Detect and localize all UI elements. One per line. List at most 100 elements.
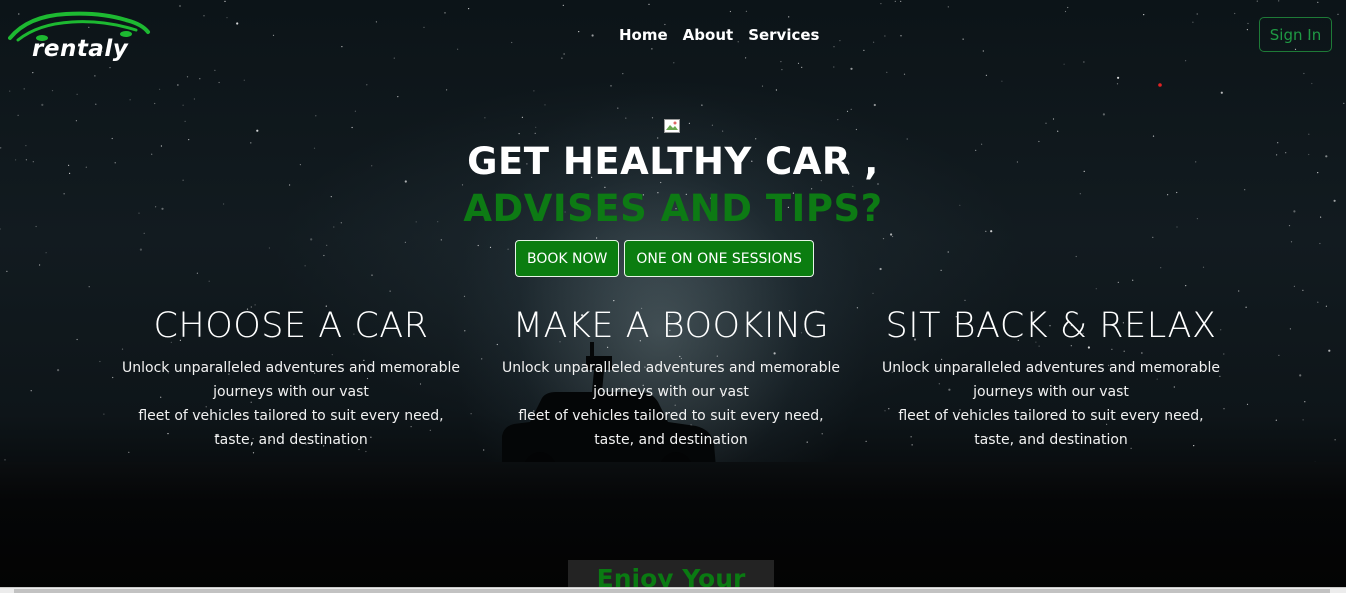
nav-about[interactable]: About xyxy=(683,26,734,44)
star xyxy=(393,57,395,59)
star xyxy=(1308,133,1310,135)
star xyxy=(51,90,54,92)
star xyxy=(214,69,216,71)
star xyxy=(304,265,306,267)
star xyxy=(1152,135,1155,137)
star xyxy=(1311,82,1313,85)
star xyxy=(1317,301,1319,303)
star xyxy=(1083,61,1085,63)
feature-line: fleet of vehicles tailored to suit every… xyxy=(138,408,444,424)
hero-background xyxy=(0,0,1346,593)
star xyxy=(1299,374,1302,377)
star xyxy=(1317,1,1319,3)
star xyxy=(423,26,425,28)
star xyxy=(622,73,624,75)
star xyxy=(722,130,724,132)
nav-home[interactable]: Home xyxy=(619,26,668,44)
star xyxy=(1302,289,1304,291)
star xyxy=(129,99,131,101)
main-nav: Home About Services xyxy=(619,26,819,44)
star xyxy=(182,104,184,106)
star xyxy=(1192,21,1194,23)
feature-description: Unlock unparalleled adventures and memor… xyxy=(121,356,461,452)
star xyxy=(9,90,11,92)
star xyxy=(143,232,145,234)
feature-line: taste, and destination xyxy=(974,432,1128,448)
feature-choose-car: CHOOSE A CAR Unlock unparalleled adventu… xyxy=(121,306,461,452)
star xyxy=(613,300,615,302)
star xyxy=(856,307,859,309)
star xyxy=(1246,29,1248,31)
star xyxy=(673,62,675,64)
feature-description: Unlock unparalleled adventures and memor… xyxy=(501,356,841,452)
star xyxy=(1132,279,1134,281)
star xyxy=(533,90,535,92)
star xyxy=(1328,349,1331,352)
star xyxy=(745,57,747,59)
nav-services[interactable]: Services xyxy=(748,26,819,44)
star xyxy=(1160,267,1162,269)
star xyxy=(1143,14,1145,16)
star xyxy=(521,116,524,118)
star xyxy=(775,89,778,91)
red-star xyxy=(1158,83,1162,87)
star xyxy=(711,124,714,126)
star xyxy=(6,270,8,272)
star xyxy=(1152,236,1154,238)
feature-line: Unlock unparalleled adventures and memor… xyxy=(122,360,460,376)
star xyxy=(797,62,800,64)
star xyxy=(833,46,835,48)
star xyxy=(1293,285,1295,287)
star xyxy=(850,108,852,110)
star xyxy=(289,184,291,186)
star xyxy=(1117,76,1120,79)
star xyxy=(1304,401,1306,403)
star xyxy=(1278,354,1280,356)
star xyxy=(1278,0,1280,2)
brand-logo[interactable]: rentaly xyxy=(8,8,158,64)
star xyxy=(1052,118,1055,120)
star xyxy=(1075,255,1077,258)
star xyxy=(341,46,343,48)
star xyxy=(1256,0,1258,2)
star xyxy=(88,286,90,288)
star xyxy=(544,104,546,106)
star xyxy=(23,88,25,90)
star xyxy=(159,88,161,90)
star xyxy=(947,6,949,8)
star xyxy=(226,17,228,19)
hero-subheadline: ADVISES AND TIPS? xyxy=(463,187,883,230)
hero-headline: GET HEALTHY CAR , xyxy=(467,140,879,183)
star xyxy=(846,110,849,112)
star xyxy=(962,38,964,40)
star xyxy=(272,34,275,36)
sign-in-button[interactable]: Sign In xyxy=(1259,17,1332,52)
star xyxy=(886,71,888,73)
star xyxy=(894,0,896,2)
star xyxy=(964,299,966,301)
star xyxy=(112,376,114,379)
book-now-button[interactable]: BOOK NOW xyxy=(515,240,620,277)
star xyxy=(900,35,902,37)
star xyxy=(375,21,377,23)
star xyxy=(236,22,239,25)
star xyxy=(397,96,399,98)
feature-line: Unlock unparalleled adventures and memor… xyxy=(882,360,1220,376)
star xyxy=(4,459,6,461)
star xyxy=(1303,72,1305,75)
star xyxy=(872,292,874,294)
star xyxy=(404,241,406,243)
star xyxy=(76,338,78,341)
horizontal-scrollbar[interactable] xyxy=(0,587,1346,593)
star xyxy=(591,34,594,37)
star xyxy=(511,41,513,44)
star xyxy=(41,103,44,106)
scrollbar-thumb[interactable] xyxy=(14,589,1330,593)
one-on-one-sessions-button[interactable]: ONE ON ONE SESSIONS xyxy=(624,240,814,277)
star xyxy=(561,57,563,59)
feature-line: journeys with our vast xyxy=(593,384,749,400)
star xyxy=(651,117,654,119)
star xyxy=(76,93,78,95)
star xyxy=(1063,63,1065,65)
star xyxy=(371,274,373,276)
